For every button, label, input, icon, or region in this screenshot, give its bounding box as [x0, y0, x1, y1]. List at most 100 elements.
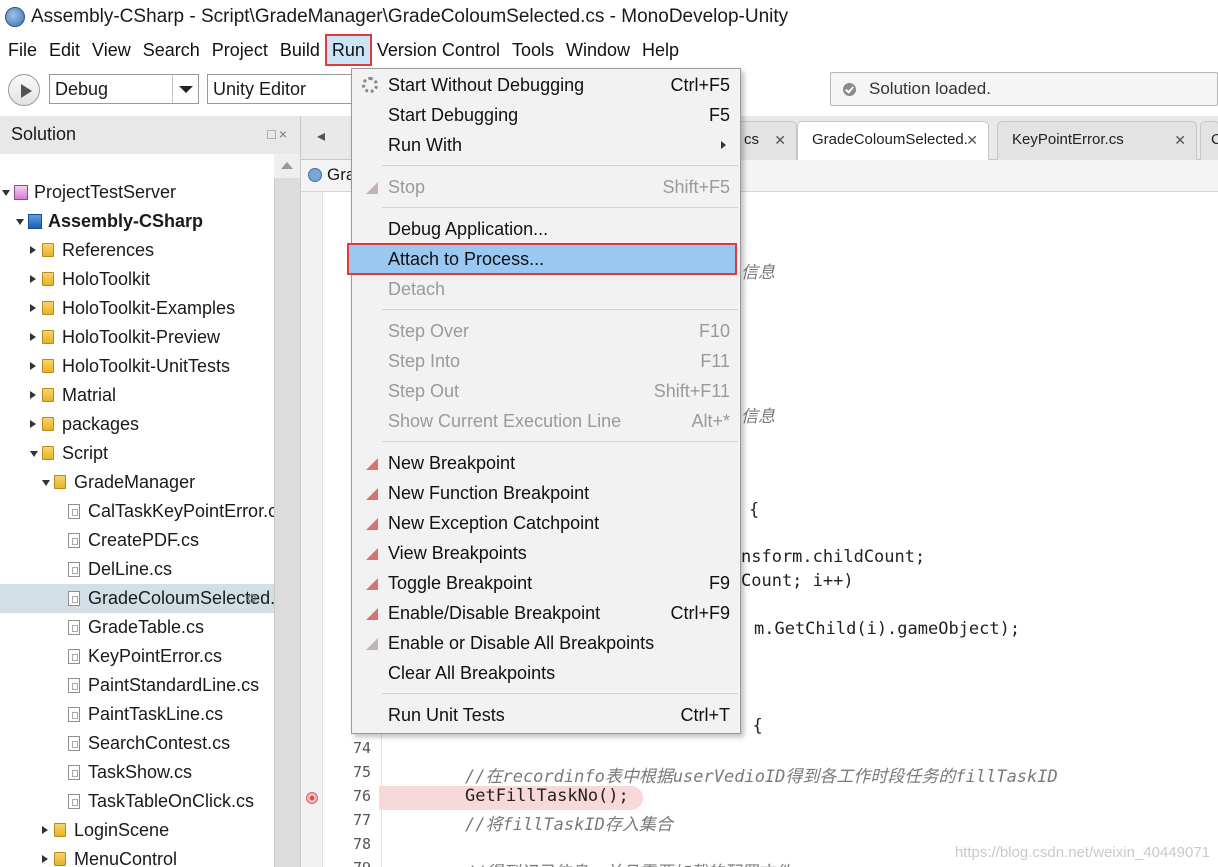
expander-collapsed-icon[interactable] [42, 826, 48, 834]
menu-item-view-breakpoints[interactable]: View Breakpoints [352, 538, 740, 568]
tree-item-file[interactable]: CalTaskKeyPointError.cs [0, 497, 274, 526]
watermark: https://blog.csdn.net/weixin_40449071 [954, 844, 1210, 861]
expander-collapsed-icon[interactable] [30, 333, 36, 341]
menu-item-toggle-breakpoint[interactable]: Toggle Breakpoint F9 [352, 568, 740, 598]
menu-help[interactable]: Help [636, 35, 685, 65]
tree-item-file[interactable]: TaskTableOnClick.cs [0, 787, 274, 816]
folder-icon [42, 272, 54, 286]
gear-icon[interactable]: ⚙ [246, 584, 258, 613]
run-target-select[interactable]: Unity Editor [207, 74, 357, 104]
tree-item-file[interactable]: TaskShow.cs [0, 758, 274, 787]
tree-item-file[interactable]: PaintStandardLine.cs [0, 671, 274, 700]
tree-item-label: PaintTaskLine.cs [88, 704, 224, 724]
menu-tools[interactable]: Tools [506, 35, 560, 65]
tab-label: KeyPointError.cs [1012, 131, 1124, 148]
tab-gradecoloumselected[interactable]: GradeColoumSelected. ✕ [797, 121, 989, 161]
menu-build[interactable]: Build [274, 35, 326, 65]
expander-expanded-icon[interactable] [2, 190, 10, 196]
tab-label: C [1211, 131, 1218, 148]
menu-item-new-exception-catchpoint[interactable]: New Exception Catchpoint [352, 508, 740, 538]
menu-run[interactable]: Run [324, 34, 372, 66]
expander-expanded-icon[interactable] [30, 451, 38, 457]
menu-item-enable-disable-breakpoint[interactable]: Enable/Disable Breakpoint Ctrl+F9 [352, 598, 740, 628]
expander-collapsed-icon[interactable] [30, 362, 36, 370]
tree-item-file[interactable]: KeyPointError.cs [0, 642, 274, 671]
menu-item-clear-all-breakpoints[interactable]: Clear All Breakpoints [352, 658, 740, 688]
breakpoint-icon[interactable] [306, 792, 318, 804]
breakpoint-icon [366, 548, 378, 560]
expander-collapsed-icon[interactable] [30, 391, 36, 399]
tab-scroll-left-icon[interactable]: ◂ [301, 116, 341, 160]
tree-item-file[interactable]: PaintTaskLine.cs [0, 700, 274, 729]
menu-item-run-with[interactable]: Run With [352, 130, 740, 160]
tree-item-folder[interactable]: packages [0, 410, 274, 439]
tree-item-folder[interactable]: References [0, 236, 274, 265]
folder-icon [42, 446, 54, 460]
scroll-up-icon[interactable] [274, 154, 300, 178]
tree-item-folder[interactable]: ProjectTestServer [0, 178, 274, 207]
tree-scrollbar[interactable] [274, 178, 300, 867]
menu-item-debug-application[interactable]: Debug Application... [352, 214, 740, 244]
menu-file[interactable]: File [2, 35, 43, 65]
tree-item-folder[interactable]: Script [0, 439, 274, 468]
menu-item-step-into: Step Into F11 [352, 346, 740, 376]
tree-item-file[interactable]: GradeTable.cs [0, 613, 274, 642]
menu-item-new-function-breakpoint[interactable]: New Function Breakpoint [352, 478, 740, 508]
tree-item-folder[interactable]: HoloToolkit-Preview [0, 323, 274, 352]
expander-collapsed-icon[interactable] [30, 420, 36, 428]
menu-item-enable-or-disable-all-breakpoints[interactable]: Enable or Disable All Breakpoints [352, 628, 740, 658]
menu-window[interactable]: Window [560, 35, 636, 65]
tree-item-label: KeyPointError.cs [88, 646, 223, 666]
menu-item-attach-to-process[interactable]: Attach to Process... [347, 243, 737, 275]
expander-collapsed-icon[interactable] [30, 304, 36, 312]
tree-item-label: GradeManager [74, 472, 196, 492]
code-line: //在recordinfo表中根据userVedioID得到各工作时段任务的fi… [465, 767, 1058, 787]
expander-expanded-icon[interactable] [16, 219, 24, 225]
folder-icon [42, 359, 54, 373]
configuration-select[interactable]: Debug [49, 74, 199, 104]
tree-item-file[interactable]: SearchContest.cs [0, 729, 274, 758]
run-play-button[interactable] [8, 74, 40, 106]
menu-view[interactable]: View [86, 35, 137, 65]
menu-item-run-unit-tests[interactable]: Run Unit Tests Ctrl+T [352, 700, 740, 730]
tree-item-folder[interactable]: MenuControl [0, 845, 274, 867]
tree-item-file[interactable]: GradeColoumSelected.cs ⚙ [0, 584, 274, 613]
menu-item-shortcut: Ctrl+T [680, 705, 731, 725]
breakpoint-icon [366, 488, 378, 500]
tree-item-file[interactable]: CreatePDF.cs [0, 526, 274, 555]
close-icon[interactable]: ✕ [966, 122, 978, 158]
tree-item-file[interactable]: DelLine.cs [0, 555, 274, 584]
tree-item-label: GradeTable.cs [88, 617, 205, 637]
tree-item-folder[interactable]: Assembly-CSharp [0, 207, 274, 236]
expander-collapsed-icon[interactable] [30, 275, 36, 283]
menu-item-start-debugging[interactable]: Start Debugging F5 [352, 100, 740, 130]
expander-collapsed-icon[interactable] [30, 246, 36, 254]
code-fragment: 信息 [741, 263, 775, 283]
tree-item-label: PaintStandardLine.cs [88, 675, 260, 695]
tree-item-folder[interactable]: HoloToolkit-UnitTests [0, 352, 274, 381]
expander-collapsed-icon[interactable] [42, 855, 48, 863]
code-fragment: Count; i++) [741, 571, 854, 591]
chevron-down-icon[interactable] [172, 75, 198, 103]
tab-next-file[interactable]: C [1200, 121, 1218, 160]
tree-item-folder[interactable]: LoginScene [0, 816, 274, 845]
close-icon[interactable]: ✕ [1174, 122, 1186, 158]
expander-expanded-icon[interactable] [42, 480, 50, 486]
menu-item-start-without-debugging[interactable]: Start Without Debugging Ctrl+F5 [352, 70, 740, 100]
tree-item-folder[interactable]: GradeManager [0, 468, 274, 497]
menu-search[interactable]: Search [137, 35, 206, 65]
menu-item-new-breakpoint[interactable]: New Breakpoint [352, 448, 740, 478]
menu-edit[interactable]: Edit [43, 35, 86, 65]
close-icon[interactable]: ✕ [774, 122, 786, 158]
breakpoint-margin[interactable] [301, 192, 323, 867]
tab-keypointerror[interactable]: KeyPointError.cs ✕ [997, 121, 1197, 160]
tree-item-folder[interactable]: Matrial [0, 381, 274, 410]
tree-item-folder[interactable]: HoloToolkit [0, 265, 274, 294]
tree-item-folder[interactable]: HoloToolkit-Examples [0, 294, 274, 323]
menu-version-control[interactable]: Version Control [371, 35, 506, 65]
tree-item-label: HoloToolkit-Examples [62, 298, 236, 318]
check-icon [843, 83, 856, 96]
menu-project[interactable]: Project [206, 35, 274, 65]
folder-icon [42, 301, 54, 315]
pane-window-buttons[interactable]: □× [267, 116, 290, 152]
